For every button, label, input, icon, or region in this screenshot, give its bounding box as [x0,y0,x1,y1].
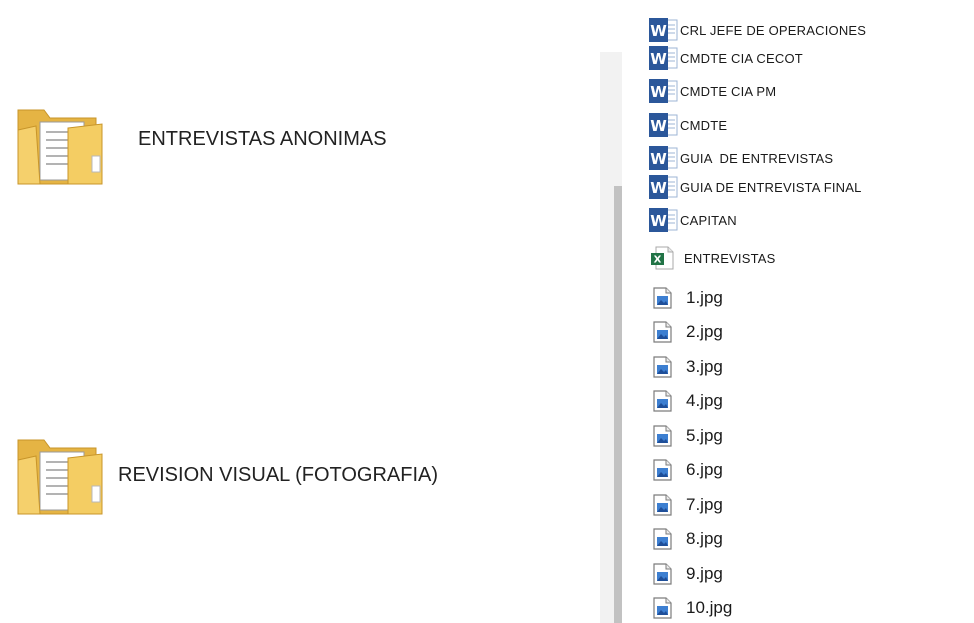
file-name: 2.jpg [686,322,723,341]
file-item-cmdte-cia-cecot[interactable]: CMDTE CIA CECOT [648,43,803,73]
file-item-entrevistas[interactable]: ENTREVISTAS [648,243,776,273]
file-item-2-jpg[interactable]: 2.jpg [648,317,723,347]
file-item-1-jpg[interactable]: 1.jpg [648,283,723,313]
word-document-icon [648,17,678,43]
file-item-9-jpg[interactable]: 9.jpg [648,559,723,589]
file-item-3-jpg[interactable]: 3.jpg [648,352,723,382]
folder-icon[interactable] [10,96,110,192]
image-file-icon [652,597,672,619]
file-name: 4.jpg [686,391,723,410]
word-document-icon [648,112,678,138]
image-file-icon [652,563,672,585]
image-file-icon [652,494,672,516]
file-name: 5.jpg [686,426,723,445]
file-name: GUIA DE ENTREVISTA FINAL [680,179,862,195]
file-name: CMDTE [680,117,728,133]
file-name: 6.jpg [686,460,723,479]
file-item-guia-de-entrevista-final[interactable]: GUIA DE ENTREVISTA FINAL [648,172,862,202]
word-document-icon [648,45,678,71]
image-file-icon [652,425,672,447]
file-item-4-jpg[interactable]: 4.jpg [648,386,723,416]
file-name: 7.jpg [686,495,723,514]
image-file-icon [652,287,672,309]
word-document-icon [648,207,678,233]
file-name: CMDTE CIA PM [680,83,777,99]
image-file-icon [652,356,672,378]
file-name: 10.jpg [686,598,733,617]
image-file-icon [652,321,672,343]
file-name: CRL JEFE DE OPERACIONES [680,22,867,38]
word-document-icon [648,145,678,171]
file-item-6-jpg[interactable]: 6.jpg [648,455,723,485]
file-name: CAPITAN [680,212,737,228]
file-item-10-jpg[interactable]: 10.jpg [648,593,732,623]
file-item-cmdte[interactable]: CMDTE [648,110,727,140]
word-document-icon [648,174,678,200]
file-item-8-jpg[interactable]: 8.jpg [648,524,723,554]
file-item-cmdte-cia-pm[interactable]: CMDTE CIA PM [648,76,776,106]
file-name: 9.jpg [686,564,723,583]
file-name: GUIA DE ENTREVISTAS [680,150,834,166]
file-item-guia-de-entrevistas[interactable]: GUIA DE ENTREVISTAS [648,143,833,173]
image-file-icon [652,390,672,412]
file-name: 1.jpg [686,288,723,307]
folder-icon[interactable] [10,426,110,522]
folder-label-entrevistas-anonimas[interactable]: ENTREVISTAS ANONIMAS [138,128,387,151]
word-document-icon [648,78,678,104]
image-file-icon [652,459,672,481]
file-item-capitan[interactable]: CAPITAN [648,205,737,235]
file-name: CMDTE CIA CECOT [680,50,803,66]
file-name: 8.jpg [686,529,723,548]
file-item-crl-jefe-de-operaciones[interactable]: CRL JEFE DE OPERACIONES [648,15,866,45]
excel-spreadsheet-icon [650,246,674,270]
file-name: ENTREVISTAS [684,250,776,266]
folder-label-revision-visual[interactable]: REVISION VISUAL (FOTOGRAFIA) [118,464,438,487]
image-file-icon [652,528,672,550]
file-item-5-jpg[interactable]: 5.jpg [648,421,723,451]
scrollbar-thumb[interactable] [614,186,622,623]
file-name: 3.jpg [686,357,723,376]
file-item-7-jpg[interactable]: 7.jpg [648,490,723,520]
